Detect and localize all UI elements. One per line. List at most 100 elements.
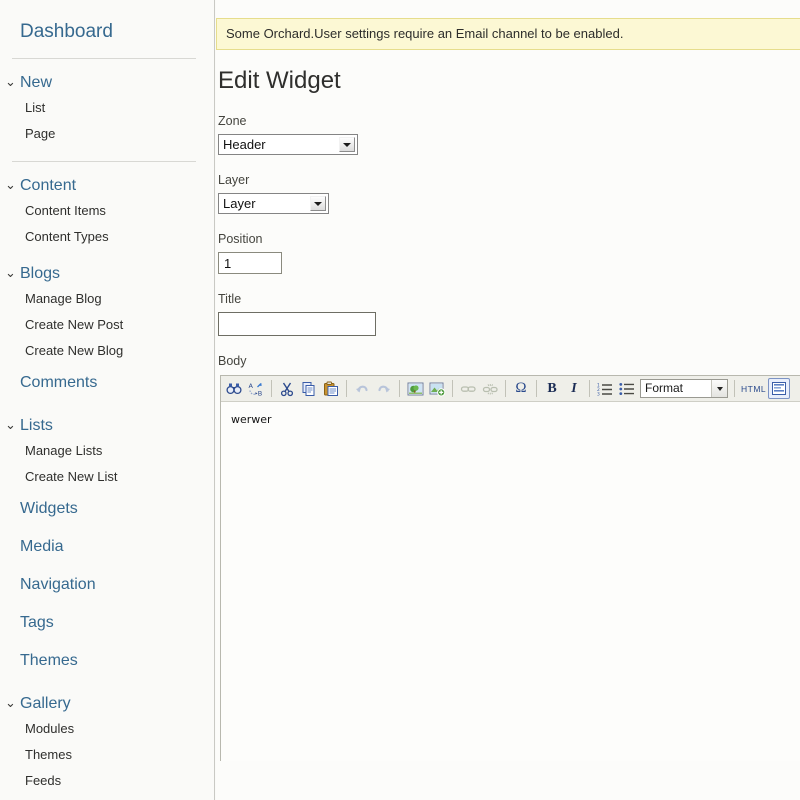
field-layer: Layer Layer [216,172,800,214]
sidebar-item-widgets[interactable]: Widgets [0,490,214,528]
chevron-down-icon[interactable] [339,137,355,152]
format-select[interactable]: Format [640,379,728,398]
link-icon[interactable] [457,378,479,400]
format-select-value: Format [645,381,684,395]
copy-icon[interactable] [298,378,320,400]
toolbar-separator [346,380,347,397]
bold-icon[interactable]: B [541,378,563,400]
sidebar-item-list[interactable]: List [0,95,214,121]
zone-select-value: Header [223,137,266,152]
position-input[interactable] [218,252,282,274]
undo-icon[interactable] [351,378,373,400]
sidebar-group-lists: ⌄ Lists Manage Lists Create New List [0,414,214,490]
sidebar-item-create-new-list[interactable]: Create New List [0,464,214,490]
paste-icon[interactable] [320,378,342,400]
sidebar-item-content-types[interactable]: Content Types [0,224,214,250]
sidebar-item-media[interactable]: Media [0,528,214,566]
sidebar-divider-2 [12,161,196,162]
sidebar: Dashboard ⌄ New List Page ⌄ Content Cont… [0,0,215,800]
zone-select[interactable]: Header [218,134,358,155]
sidebar-item-modules[interactable]: Modules [0,716,214,742]
sidebar-divider-1 [12,58,196,59]
chevron-down-icon: ⌄ [5,177,16,192]
sidebar-group-blogs: ⌄ Blogs Manage Blog Create New Post Crea… [0,262,214,364]
sidebar-item-page[interactable]: Page [0,121,214,147]
page-title: Edit Widget [218,67,341,94]
sidebar-group-label: Gallery [20,695,71,712]
sidebar-group-gallery: ⌄ Gallery Modules Themes Feeds [0,692,214,794]
source-html-label: HTML [741,383,767,394]
sidebar-group-header-content[interactable]: ⌄ Content [0,174,214,198]
sidebar-item-create-new-blog[interactable]: Create New Blog [0,338,214,364]
sidebar-item-manage-blog[interactable]: Manage Blog [0,286,214,312]
editor-content-area[interactable]: werwer [221,402,800,761]
orchard-admin-page: Dashboard ⌄ New List Page ⌄ Content Cont… [0,0,800,800]
sidebar-group-content: ⌄ Content Content Items Content Types [0,174,214,250]
layer-select[interactable]: Layer [218,193,329,214]
sidebar-item-comments[interactable]: Comments [0,364,214,402]
sidebar-group-label: Content [20,177,77,194]
notification-banner: Some Orchard.User settings require an Em… [216,18,800,50]
main-content: Some Orchard.User settings require an Em… [216,0,800,800]
sidebar-group-new: ⌄ New List Page [0,71,214,147]
toolbar-separator [452,380,453,397]
italic-glyph: I [571,380,577,396]
title-input[interactable] [218,312,376,336]
redo-icon[interactable] [373,378,395,400]
position-label: Position [218,232,263,246]
sidebar-group-header-lists[interactable]: ⌄ Lists [0,414,214,438]
field-zone: Zone Header [216,113,800,155]
sidebar-group-header-gallery[interactable]: ⌄ Gallery [0,692,214,716]
omega-glyph: Ω [515,380,527,396]
sidebar-group-label: Blogs [20,265,61,282]
rich-text-editor: A B Ω B I 1 2 3 Format HTML werwer [220,375,800,761]
sidebar-group-header-blogs[interactable]: ⌄ Blogs [0,262,214,286]
unlink-icon[interactable] [479,378,501,400]
editor-toolbar: A B Ω B I 1 2 3 Format HTML [221,376,800,402]
sidebar-item-navigation[interactable]: Navigation [0,566,214,604]
zone-label: Zone [218,114,247,128]
chevron-down-icon: ⌄ [5,417,16,432]
chevron-down-icon: ⌄ [5,695,16,710]
sidebar-group-label: Lists [20,417,53,434]
italic-icon[interactable]: I [563,378,585,400]
chevron-down-icon: ⌄ [5,74,16,89]
toolbar-separator [271,380,272,397]
svg-text:3: 3 [597,391,600,397]
chevron-down-icon[interactable] [711,380,727,397]
bold-glyph: B [547,380,557,396]
find-icon[interactable] [223,378,245,400]
numbered-list-icon[interactable]: 1 2 3 [594,378,616,400]
title-label: Title [218,292,242,306]
toolbar-separator [399,380,400,397]
field-body: Body A B Ω B I 1 2 3 Format HTML werwer [216,353,800,761]
toolbar-separator [734,380,735,397]
sidebar-item-gallery-themes[interactable]: Themes [0,742,214,768]
field-position: Position [216,231,800,274]
body-label: Body [218,354,247,368]
toolbar-separator [536,380,537,397]
bulleted-list-icon[interactable] [616,378,638,400]
replace-icon[interactable]: A B [245,378,267,400]
sidebar-item-content-items[interactable]: Content Items [0,198,214,224]
layer-select-value: Layer [223,196,256,211]
insert-media-icon[interactable] [426,378,448,400]
sidebar-group-header-new[interactable]: ⌄ New [0,71,214,95]
sidebar-item-dashboard[interactable]: Dashboard [0,0,214,44]
chevron-down-icon[interactable] [310,196,326,211]
svg-text:A: A [249,382,254,390]
cut-icon[interactable] [276,378,298,400]
source-html-icon[interactable]: HTML [739,378,768,400]
sidebar-item-tags[interactable]: Tags [0,604,214,642]
sidebar-item-feeds[interactable]: Feeds [0,768,214,794]
show-blocks-icon[interactable] [768,378,791,399]
image-icon[interactable] [404,378,426,400]
sidebar-item-manage-lists[interactable]: Manage Lists [0,438,214,464]
sidebar-item-create-new-post[interactable]: Create New Post [0,312,214,338]
sidebar-item-themes[interactable]: Themes [0,642,214,680]
toolbar-separator [589,380,590,397]
sidebar-group-label: New [20,74,53,91]
special-character-icon[interactable]: Ω [510,378,532,400]
toolbar-separator [505,380,506,397]
chevron-down-icon: ⌄ [5,265,16,280]
